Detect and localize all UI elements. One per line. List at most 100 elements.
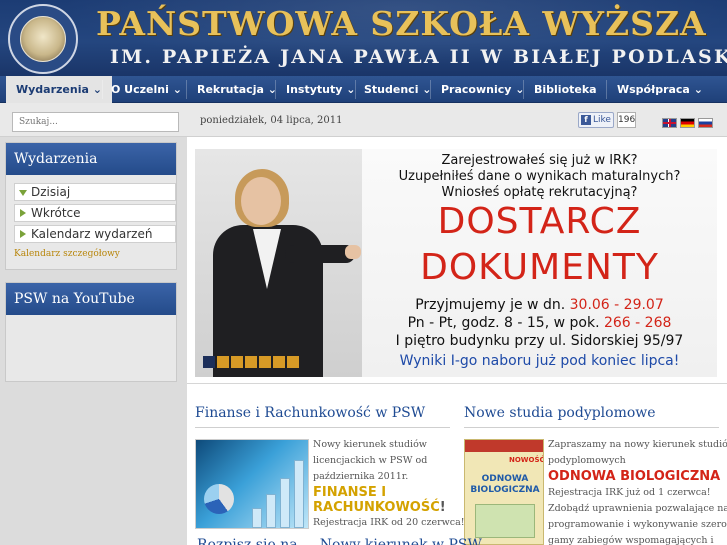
banner-line: Uzupełniłeś dane o wynikach maturalnych? — [398, 169, 681, 184]
slider-dot[interactable] — [203, 356, 215, 368]
banner-photo — [195, 149, 362, 377]
content-divider — [187, 383, 727, 384]
nav-divider — [186, 80, 187, 99]
article-highlight-text: RACHUNKOWOŚĆ — [313, 500, 440, 515]
nav-item-instytuty[interactable]: Instytuty ⌄ — [286, 76, 355, 103]
flag-russian-icon[interactable] — [698, 118, 713, 128]
nav-item-o-uczelni[interactable]: O Uczelni ⌄ — [111, 76, 182, 103]
poster-header — [465, 440, 543, 452]
sidebar-item-label: Kalendarz wydarzeń — [31, 227, 153, 241]
banner-headline: DOSTARCZ — [437, 201, 642, 242]
current-date: poniedziałek, 04 lipca, 2011 — [200, 115, 343, 126]
nav-item-pracownicy[interactable]: Pracownicy ⌄ — [441, 76, 525, 103]
article-text: października 2011r. — [313, 471, 409, 482]
nav-divider — [430, 80, 431, 99]
main-nav: Wydarzenia ⌄ O Uczelni ⌄ Rekrutacja ⌄ In… — [0, 76, 727, 103]
sidebar-item-dzisiaj[interactable]: Dzisiaj — [14, 183, 176, 201]
flag-german-icon[interactable] — [680, 118, 695, 128]
person-head — [241, 177, 281, 225]
youtube-sidebox-title: PSW na YouTube — [6, 283, 176, 315]
facebook-like-button[interactable]: f Like — [578, 112, 614, 128]
expand-arrow-icon — [19, 190, 27, 196]
youtube-sidebox: PSW na YouTube — [5, 282, 177, 382]
banner-line: Wniosłeś opłatę rekrutacyjną? — [441, 185, 638, 200]
article-text: podyplomowych — [548, 455, 626, 466]
site-subtitle: IM. PAPIEŻA JANA PAWŁA II W BIAŁEJ PODLA… — [110, 46, 727, 68]
article-text: Rejestracja IRK już od 1 czerwca! — [548, 487, 711, 498]
sidebar-item-wkrotce[interactable]: Wkrótce — [14, 204, 176, 222]
slider-dot[interactable] — [273, 356, 285, 368]
logo-emblem-icon — [20, 16, 66, 62]
article-title-finanse[interactable]: Finanse i Rachunkowość w PSW — [195, 405, 425, 421]
banner-line: I piętro budynku przy ul. Sidorskiej 95/… — [395, 333, 684, 349]
bar-icon — [252, 508, 262, 528]
nav-divider — [606, 80, 607, 99]
events-sidebox: Wydarzenia Dzisiaj Wkrótce Kalendarz wyd… — [5, 142, 177, 270]
facebook-icon: f — [581, 115, 591, 125]
article-text: Zapraszamy na nowy kierunek studiów — [548, 439, 727, 450]
article-rule — [464, 427, 719, 428]
nav-divider — [523, 80, 524, 99]
banner-headline: DOKUMENTY — [420, 247, 659, 288]
banner-dates: 30.06 - 29.07 — [569, 297, 664, 313]
slider-dot[interactable] — [217, 356, 229, 368]
arrow-right-icon — [20, 230, 26, 238]
slider-dot[interactable] — [287, 356, 299, 368]
like-label: Like — [593, 115, 611, 125]
article-rule — [195, 427, 450, 428]
article-thumbnail-odnowa[interactable]: NOWOŚĆ! ODNOWA BIOLOGICZNA — [464, 439, 544, 545]
bar-icon — [294, 460, 304, 528]
poster-new-label: NOWOŚĆ! — [509, 456, 544, 464]
article-highlight: ODNOWA BIOLOGICZNA — [548, 469, 721, 484]
site-header: PAŃSTWOWA SZKOŁA WYŻSZA IM. PAPIEŻA JANA… — [0, 0, 727, 76]
article-text: licencjackich w PSW od — [313, 455, 428, 466]
events-sidebox-title: Wydarzenia — [6, 143, 176, 175]
arrow-right-icon — [20, 209, 26, 217]
toolbar-row: poniedziałek, 04 lipca, 2011 f Like 196 — [0, 103, 727, 137]
article-text: Rejestracja IRK od 20 czerwca! — [313, 517, 465, 528]
nav-item-biblioteka[interactable]: Biblioteka — [534, 76, 597, 103]
nav-item-studenci[interactable]: Studenci ⌄ — [364, 76, 432, 103]
article-text: Nowy kierunek studiów — [313, 439, 427, 450]
article-text: Zdobądź uprawnienia pozwalające na — [548, 503, 727, 514]
site-title: PAŃSTWOWA SZKOŁA WYŻSZA — [96, 4, 707, 43]
sidebar-item-kalendarz[interactable]: Kalendarz wydarzeń — [14, 225, 176, 243]
article-highlight-suffix: ! — [439, 500, 446, 515]
nav-item-wydarzenia[interactable]: Wydarzenia ⌄ — [6, 76, 112, 103]
article-highlight: RACHUNKOWOŚĆ! — [313, 500, 446, 515]
pie-chart-icon — [204, 484, 234, 514]
banner-text: Pn - Pt, godz. 8 - 15, w pok. — [407, 315, 604, 331]
slider-dot[interactable] — [245, 356, 257, 368]
banner-line: Pn - Pt, godz. 8 - 15, w pok. 266 - 268 — [362, 315, 717, 331]
banner-line: Przyjmujemy je w dn. 30.06 - 29.07 — [362, 297, 717, 313]
article-text: programowanie i wykonywanie szerokiej — [548, 519, 727, 530]
slider-dot[interactable] — [259, 356, 271, 368]
nav-divider — [355, 80, 356, 99]
article-highlight: FINANSE I — [313, 485, 387, 500]
like-count: 196 — [617, 112, 636, 128]
banner-text: Przyjmujemy je w dn. — [415, 297, 570, 313]
sidebar-item-label: Wkrótce — [31, 206, 81, 220]
person-hand — [345, 245, 361, 259]
article-title-podyplomowe[interactable]: Nowe studia podyplomowe — [464, 405, 656, 421]
bar-icon — [280, 478, 290, 528]
main-content: Zarejestrowałeś się już w IRK? Uzupełnił… — [187, 137, 727, 545]
calendar-detail-link[interactable]: Kalendarz szczegółowy — [14, 249, 120, 259]
nav-item-wspolpraca[interactable]: Współpraca ⌄ — [617, 76, 703, 103]
banner-rooms: 266 - 268 — [603, 315, 672, 331]
nav-item-rekrutacja[interactable]: Rekrutacja ⌄ — [197, 76, 277, 103]
article-thumbnail-finanse[interactable] — [195, 439, 309, 529]
university-logo[interactable] — [8, 4, 78, 74]
slider-dot[interactable] — [231, 356, 243, 368]
banner-text-panel: Zarejestrowałeś się już w IRK? Uzupełnił… — [362, 149, 717, 377]
banner-line: Zarejestrowałeś się już w IRK? — [441, 153, 638, 168]
poster-image — [475, 504, 535, 538]
article-title-next[interactable]: Rozpisz się na ... Nowy kierunek w PSW — [197, 537, 482, 545]
nav-divider — [275, 80, 276, 99]
article-text: gamy zabiegów wspomagających i — [548, 535, 714, 545]
promo-banner[interactable]: Zarejestrowałeś się już w IRK? Uzupełnił… — [195, 149, 717, 377]
banner-line: Wyniki I-go naboru już pod koniec lipca! — [399, 353, 680, 369]
search-input[interactable] — [12, 112, 179, 132]
sidebar-item-label: Dzisiaj — [31, 185, 71, 199]
flag-english-icon[interactable] — [662, 118, 677, 128]
